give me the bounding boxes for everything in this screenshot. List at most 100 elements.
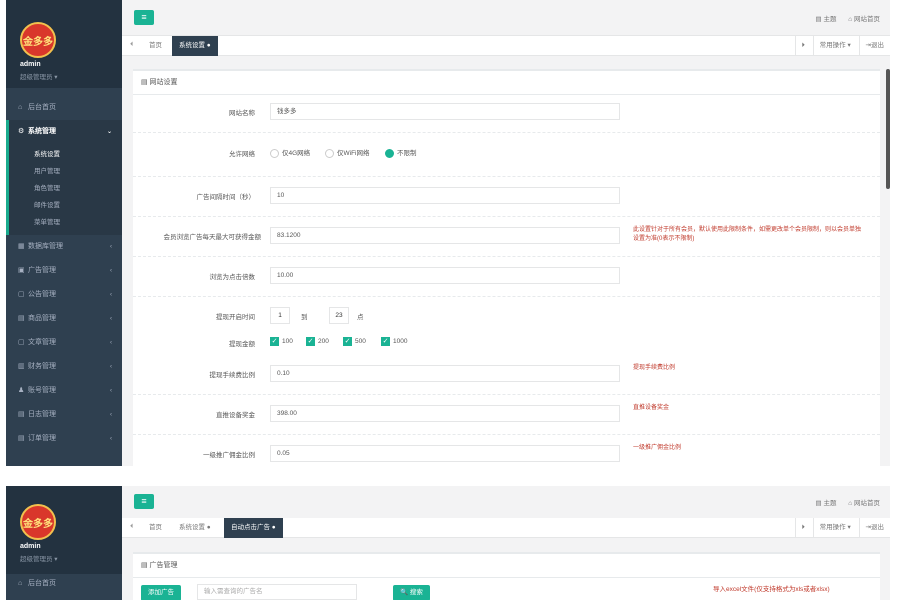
topbar-links: ▤ 主题 ⌂ 网站首页 <box>806 497 881 507</box>
checkbox-amount-200[interactable]: ✓ 200 <box>306 337 329 346</box>
tab-home[interactable]: 首页 <box>142 518 169 538</box>
chevron-left-icon: ‹ <box>110 292 112 298</box>
max-gold-input[interactable]: 83.1200 <box>270 227 620 244</box>
form-row-withdraw: 提现开启时间 1 到 23 点 提现金额 ✓ 100 ✓ 200 ✓ 500 ✓ 100… <box>133 297 880 357</box>
sidebar-item-articles[interactable]: ▢ 文章管理 ‹ <box>6 331 122 355</box>
interval-input[interactable]: 10 <box>270 187 620 204</box>
interval-label: 广告间隔时间（秒） <box>196 194 256 201</box>
profile: 金多多 admin 超级管理员 ▾ <box>6 0 122 88</box>
system-submenu: 系统设置 用户管理 角色管理 邮件设置 菜单管理 <box>6 144 122 235</box>
ad-management-card: ▤ 广告管理 添加广告 输入需查询的广告名 🔍 搜索 导入excel文件(仅支持… <box>133 552 880 600</box>
sidebar: 金多多 admin 超级管理员 ▾ ⌂ 后台首页 <box>6 486 122 600</box>
file-icon: ▢ <box>18 291 25 298</box>
commission-hint: 一级推广佣金比例 <box>633 445 682 451</box>
checkbox-amount-100[interactable]: ✓ 100 <box>270 337 293 346</box>
sidebar-subitem-mail[interactable]: 邮件设置 <box>9 197 122 214</box>
sidebar-item-system[interactable]: ⚙ 系统管理 ⌄ <box>6 120 122 144</box>
tabs-back-icon[interactable]: ⏴ <box>130 523 133 531</box>
sidebar-item-ads[interactable]: ▣ 广告管理 ‹ <box>6 259 122 283</box>
site-name-label: 网站名称 <box>229 110 255 117</box>
home-icon: ⌂ <box>18 104 23 111</box>
user-role-dropdown[interactable]: 超级管理员 ▾ <box>20 553 58 563</box>
tabs-right-tools: ⏵ 常用操作 ▾ ⇥退出 <box>794 36 890 56</box>
fee-input[interactable]: 0.10 <box>270 365 620 382</box>
chevron-left-icon: ‹ <box>110 436 112 442</box>
logo: 金多多 <box>20 22 56 58</box>
bonus-input[interactable]: 398.00 <box>270 405 620 422</box>
sidebar-item-logs[interactable]: ▤ 日志管理 ‹ <box>6 403 122 427</box>
sidebar-item-home[interactable]: ⌂ 后台首页 <box>6 96 122 120</box>
username: admin <box>20 543 41 550</box>
checkbox-amount-1000[interactable]: ✓ 1000 <box>381 337 407 346</box>
site-home-link[interactable]: ⌂ 网站首页 <box>848 16 880 23</box>
chevron-down-icon: ⌄ <box>106 129 112 135</box>
chevron-left-icon: ‹ <box>110 244 112 250</box>
user-role-dropdown[interactable]: 超级管理员 ▾ <box>20 71 58 81</box>
tabs-forward-icon[interactable]: ⏵ <box>794 36 811 56</box>
sidebar-item-finance[interactable]: ▥ 财务管理 ‹ <box>6 355 122 379</box>
withdraw-end-input[interactable]: 23 <box>329 307 349 324</box>
site-home-link[interactable]: ⌂ 网站首页 <box>848 500 880 507</box>
sidebar-subitem-roles[interactable]: 角色管理 <box>9 180 122 197</box>
order-icon: ▤ <box>18 435 25 442</box>
radio-unlimited[interactable]: 不限制 <box>385 147 417 158</box>
finance-icon: ▥ <box>18 363 25 370</box>
home-icon: ⌂ <box>18 580 23 587</box>
withdraw-start-input[interactable]: 1 <box>270 307 290 324</box>
click-multiple-label: 浏览为点击倍数 <box>209 274 256 281</box>
topbar: ≡ ▤ 主题 ⌂ 网站首页 <box>122 0 890 36</box>
network-label: 允许网络 <box>229 151 255 158</box>
sidebar: 金多多 admin 超级管理员 ▾ ⌂ 后台首页 ⚙ 系统管理 ⌄ 系统设置 用户管理… <box>6 0 122 466</box>
common-ops-dropdown[interactable]: 常用操作 ▾ <box>812 36 857 56</box>
chevron-left-icon: ‹ <box>110 364 112 370</box>
max-gold-hint: 此设置针对于所有会员，默认使用此限制条件，如需更改单个会员限制，则以会员单独设置… <box>633 227 862 242</box>
fee-hint: 提现手续费比例 <box>633 365 676 371</box>
tabs-back-icon[interactable]: ⏴ <box>130 41 133 49</box>
sidebar-subitem-menus[interactable]: 菜单管理 <box>9 214 122 231</box>
radio-wifi[interactable]: 仅WiFi网络 <box>325 147 370 158</box>
commission-input[interactable]: 0.05 <box>270 445 620 462</box>
ad-management-panel: 金多多 admin 超级管理员 ▾ ⌂ 后台首页 ≡ ▤ 主题 ⌂ 网站首页 ⏴ … <box>6 486 890 600</box>
theme-link[interactable]: ▤ 主题 <box>816 500 837 507</box>
fee-label: 提现手续费比例 <box>209 372 256 379</box>
gear-icon: ⚙ <box>18 128 25 135</box>
sidebar-item-goods[interactable]: ▤ 商品管理 ‹ <box>6 307 122 331</box>
sidebar-subitem-users[interactable]: 用户管理 <box>9 163 122 180</box>
search-button[interactable]: 🔍 搜索 <box>393 585 430 600</box>
tabs-forward-icon[interactable]: ⏵ <box>794 518 811 538</box>
site-settings-card: ▤ 网站设置 网站名称 钱多多 允许网络 仅4G网络 仅WiFi网络 不限制 广… <box>133 69 880 466</box>
sidebar-item-orders[interactable]: ▤ 订单管理 ‹ <box>6 427 122 451</box>
ad-search-input[interactable]: 输入需查询的广告名 <box>197 584 357 600</box>
sidebar-item-accounts[interactable]: ♟ 账号管理 ‹ <box>6 379 122 403</box>
tab-home[interactable]: 首页 <box>142 36 169 56</box>
logout-link[interactable]: ⇥退出 <box>858 36 890 56</box>
checkbox-amount-500[interactable]: ✓ 500 <box>343 337 366 346</box>
profile: 金多多 admin 超级管理员 ▾ <box>6 486 122 574</box>
sidebar-item-notices[interactable]: ▢ 公告管理 ‹ <box>6 283 122 307</box>
theme-link[interactable]: ▤ 主题 <box>816 16 837 23</box>
menu-toggle-button[interactable]: ≡ <box>134 10 154 25</box>
radio-4g[interactable]: 仅4G网络 <box>270 147 310 158</box>
menu-toggle-button[interactable]: ≡ <box>134 494 154 509</box>
sidebar-item-home[interactable]: ⌂ 后台首页 <box>6 572 122 596</box>
click-multiple-input[interactable]: 10.00 <box>270 267 620 284</box>
card-title: ▤ 广告管理 <box>133 554 880 578</box>
system-settings-panel: 金多多 admin 超级管理员 ▾ ⌂ 后台首页 ⚙ 系统管理 ⌄ 系统设置 用户管理… <box>6 0 890 466</box>
chevron-left-icon: ‹ <box>110 412 112 418</box>
import-excel-hint: 导入excel文件(仅支持格式为xls或者xlsx) <box>713 586 830 593</box>
common-ops-dropdown[interactable]: 常用操作 ▾ <box>812 518 857 538</box>
username: admin <box>20 61 41 68</box>
scrollbar[interactable] <box>886 69 890 189</box>
tab-auto-click-ads[interactable]: 自动点击广告 ● <box>224 518 283 538</box>
logout-link[interactable]: ⇥退出 <box>858 518 890 538</box>
sidebar-item-database[interactable]: ▦ 数据库管理 ‹ <box>6 235 122 259</box>
withdraw-to-text: 到 <box>301 314 308 321</box>
add-ad-button[interactable]: 添加广告 <box>141 585 181 600</box>
goods-icon: ▤ <box>18 315 25 322</box>
sidebar-subitem-system-settings[interactable]: 系统设置 <box>9 146 122 163</box>
tab-system-settings[interactable]: 系统设置 ● <box>172 36 218 56</box>
tab-system-settings[interactable]: 系统设置 ● <box>172 518 218 538</box>
ad-icon: ▣ <box>18 267 25 274</box>
topbar-links: ▤ 主题 ⌂ 网站首页 <box>806 13 881 23</box>
site-name-input[interactable]: 钱多多 <box>270 103 620 120</box>
